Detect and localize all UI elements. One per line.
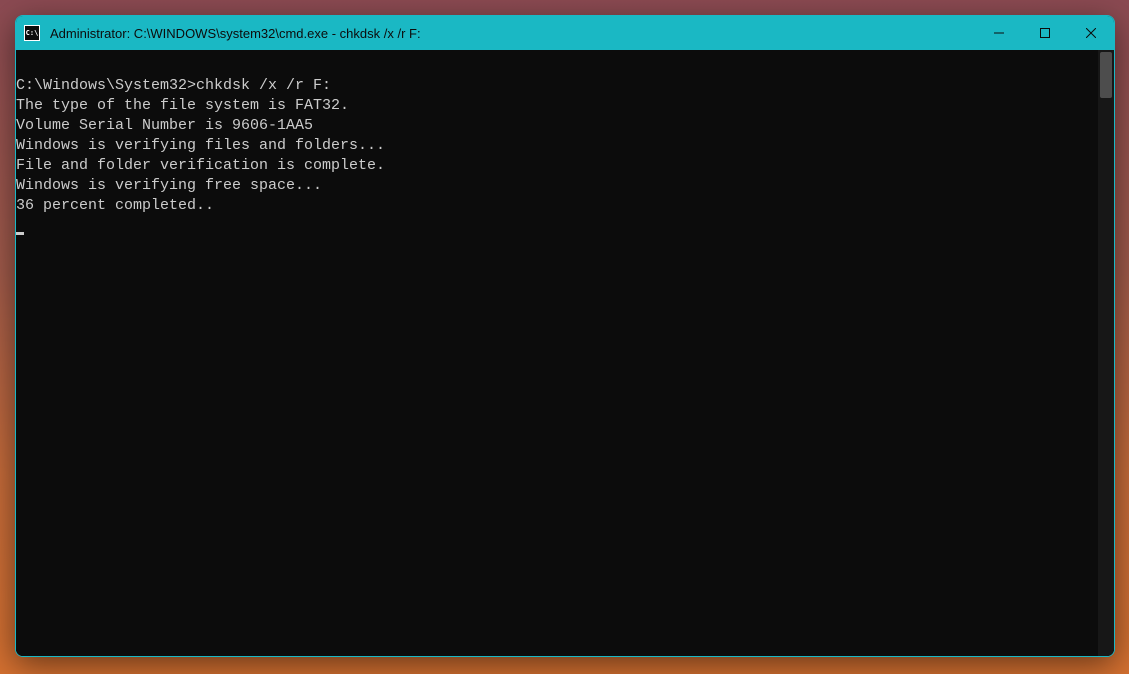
close-icon <box>1086 28 1096 38</box>
prompt: C:\Windows\System32> <box>16 77 196 94</box>
output-line: Windows is verifying free space... <box>16 177 322 194</box>
client-area: C:\Windows\System32>chkdsk /x /r F: The … <box>16 50 1114 656</box>
minimize-icon <box>994 28 1004 38</box>
scrollbar[interactable] <box>1098 50 1114 656</box>
output-line: 36 percent completed.. <box>16 197 214 214</box>
maximize-button[interactable] <box>1022 16 1068 50</box>
output-line: File and folder verification is complete… <box>16 157 385 174</box>
output-line: Volume Serial Number is 9606-1AA5 <box>16 117 313 134</box>
window-controls <box>976 16 1114 50</box>
terminal-output[interactable]: C:\Windows\System32>chkdsk /x /r F: The … <box>16 50 1098 656</box>
cursor <box>16 232 24 235</box>
prompt-line: C:\Windows\System32>chkdsk /x /r F: <box>16 77 331 94</box>
minimize-button[interactable] <box>976 16 1022 50</box>
maximize-icon <box>1040 28 1050 38</box>
output-line: Windows is verifying files and folders..… <box>16 137 385 154</box>
scrollbar-thumb[interactable] <box>1100 52 1112 98</box>
cmd-window: C:\ Administrator: C:\WINDOWS\system32\c… <box>15 15 1115 657</box>
titlebar[interactable]: C:\ Administrator: C:\WINDOWS\system32\c… <box>16 16 1114 50</box>
command-text: chkdsk /x /r F: <box>196 77 331 94</box>
output-line: The type of the file system is FAT32. <box>16 97 349 114</box>
close-button[interactable] <box>1068 16 1114 50</box>
cmd-icon: C:\ <box>24 25 40 41</box>
window-title: Administrator: C:\WINDOWS\system32\cmd.e… <box>50 26 976 41</box>
